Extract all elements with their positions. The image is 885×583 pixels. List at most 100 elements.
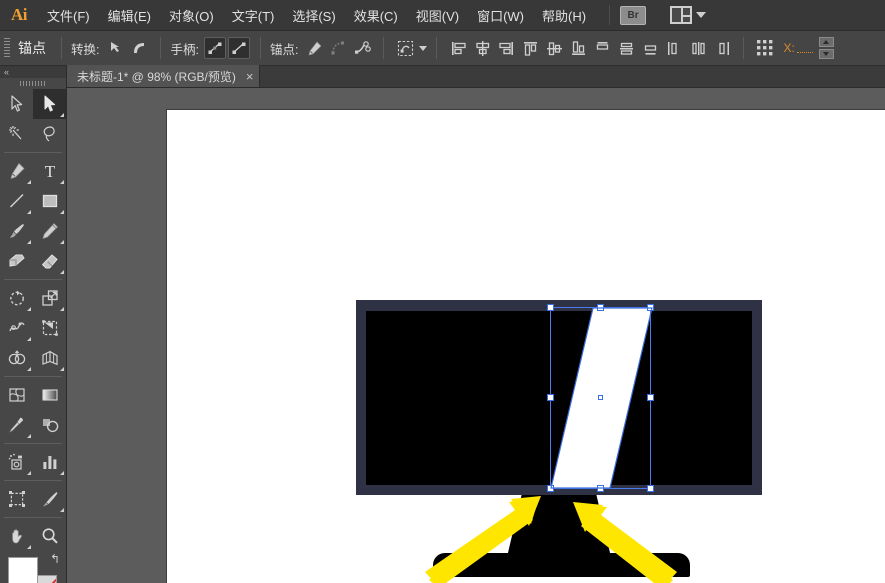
distribute-horizontal-right-icon[interactable]	[711, 37, 733, 59]
symbol-sprayer-tool[interactable]	[0, 447, 33, 477]
menu-window[interactable]: 窗口(W)	[468, 0, 533, 31]
x-coordinate-stepper[interactable]	[818, 37, 834, 59]
tool-flyout-indicator	[60, 180, 64, 184]
artboard[interactable]	[167, 110, 885, 583]
stepper-up-icon[interactable]	[818, 37, 834, 47]
stepper-down-icon[interactable]	[818, 49, 834, 59]
lasso-tool[interactable]	[33, 119, 66, 149]
align-bottom-icon[interactable]	[567, 37, 589, 59]
hide-handles-icon[interactable]	[227, 37, 250, 59]
tool-divider	[4, 279, 62, 280]
free-transform-tool[interactable]	[33, 313, 66, 343]
distribute-top-icon[interactable]	[591, 37, 613, 59]
shape-builder-tool[interactable]	[0, 343, 33, 373]
distribute-bottom-icon[interactable]	[639, 37, 661, 59]
tool-divider	[4, 480, 62, 481]
control-divider	[259, 37, 261, 59]
document-tab[interactable]: 未标题-1* @ 98% (RGB/预览) ×	[67, 65, 261, 87]
menu-select[interactable]: 选择(S)	[283, 0, 344, 31]
artwork-monitor-illustration[interactable]	[167, 110, 885, 583]
bridge-button[interactable]: Br	[620, 5, 647, 25]
app-logo-icon: Ai	[11, 5, 28, 24]
align-horizontal-center-icon[interactable]	[471, 37, 493, 59]
swap-fill-stroke-icon[interactable]: ↰	[50, 553, 63, 566]
tools-panel: « T ↰	[0, 66, 67, 583]
scale-tool[interactable]	[33, 283, 66, 313]
tool-flyout-indicator	[27, 367, 31, 371]
collapse-panel-icon[interactable]: «	[4, 67, 9, 77]
transform-panel-icon[interactable]	[754, 37, 776, 59]
chevron-down-icon[interactable]	[419, 45, 428, 51]
anchor-label: 锚点:	[269, 42, 299, 57]
convert-to-corner-icon[interactable]	[104, 37, 126, 59]
control-bar-grip[interactable]	[0, 31, 14, 66]
menu-object[interactable]: 对象(O)	[160, 0, 223, 31]
close-icon[interactable]: ×	[246, 70, 254, 83]
paintbrush-tool[interactable]	[0, 216, 33, 246]
monitor-stand-neck[interactable]	[507, 495, 611, 557]
hand-tool[interactable]	[0, 521, 33, 551]
tool-group-artboard	[0, 484, 66, 514]
tool-flyout-indicator	[27, 545, 31, 549]
gradient-tool[interactable]	[33, 380, 66, 410]
menu-type[interactable]: 文字(T)	[223, 0, 284, 31]
x-coordinate-label: X:	[783, 41, 795, 55]
artboard-tool[interactable]	[0, 484, 33, 514]
magic-wand-tool[interactable]	[0, 119, 33, 149]
align-top-icon[interactable]	[519, 37, 541, 59]
slice-tool[interactable]	[33, 484, 66, 514]
convert-to-smooth-icon[interactable]	[128, 37, 150, 59]
cut-path-icon[interactable]	[351, 37, 373, 59]
eraser-tool[interactable]	[33, 246, 66, 276]
fill-swatch[interactable]	[8, 557, 38, 583]
menu-effect[interactable]: 效果(C)	[345, 0, 407, 31]
connect-anchors-icon	[327, 37, 349, 59]
perspective-grid-tool[interactable]	[33, 343, 66, 373]
rotate-tool[interactable]	[0, 283, 33, 313]
tool-flyout-indicator	[60, 270, 64, 274]
tool-flyout-indicator	[27, 434, 31, 438]
zoom-tool[interactable]	[33, 521, 66, 551]
tool-group-color	[0, 380, 66, 440]
direct-selection-tool[interactable]	[0, 89, 33, 119]
tool-flyout-indicator	[60, 471, 64, 475]
remove-anchor-pen-icon[interactable]	[303, 37, 325, 59]
type-tool[interactable]: T	[33, 156, 66, 186]
menu-edit[interactable]: 编辑(E)	[99, 0, 160, 31]
fill-stroke-control: ↰	[0, 553, 66, 583]
tool-group-symbol	[0, 447, 66, 477]
blob-brush-tool[interactable]	[0, 246, 33, 276]
tool-group-navigate	[0, 521, 66, 551]
eyedropper-tool[interactable]	[0, 410, 33, 440]
column-graph-tool[interactable]	[33, 447, 66, 477]
tool-flyout-indicator	[27, 210, 31, 214]
align-right-icon[interactable]	[495, 37, 517, 59]
width-tool[interactable]	[0, 313, 33, 343]
arrange-documents-button[interactable]	[670, 6, 707, 24]
align-left-icon[interactable]	[447, 37, 469, 59]
distribute-horizontal-center-icon[interactable]	[687, 37, 709, 59]
blend-tool[interactable]	[33, 410, 66, 440]
rectangle-tool[interactable]	[33, 186, 66, 216]
show-handles-icon[interactable]	[203, 37, 226, 59]
x-coordinate-field[interactable]: X:	[783, 41, 813, 55]
line-segment-tool[interactable]	[0, 186, 33, 216]
tool-group-selection	[0, 89, 66, 149]
menu-view[interactable]: 视图(V)	[407, 0, 468, 31]
distribute-vertical-center-icon[interactable]	[615, 37, 637, 59]
mesh-tool[interactable]	[0, 380, 33, 410]
tool-flyout-indicator	[27, 240, 31, 244]
align-vertical-center-icon[interactable]	[543, 37, 565, 59]
tool-flyout-indicator	[27, 337, 31, 341]
selection-tool[interactable]	[33, 89, 66, 119]
illustrator-window: Ai 文件(F) 编辑(E) 对象(O) 文字(T) 选择(S) 效果(C) 视…	[0, 0, 885, 583]
distribute-horizontal-icon[interactable]	[663, 37, 685, 59]
pen-tool[interactable]	[0, 156, 33, 186]
monitor-stand-base[interactable]	[433, 553, 690, 577]
menu-file[interactable]: 文件(F)	[38, 0, 99, 31]
pencil-tool[interactable]	[33, 216, 66, 246]
menu-help[interactable]: 帮助(H)	[533, 0, 595, 31]
canvas-area[interactable]	[67, 88, 885, 583]
isolate-selected-object-icon[interactable]	[394, 37, 416, 59]
tools-panel-grip[interactable]	[0, 78, 66, 89]
